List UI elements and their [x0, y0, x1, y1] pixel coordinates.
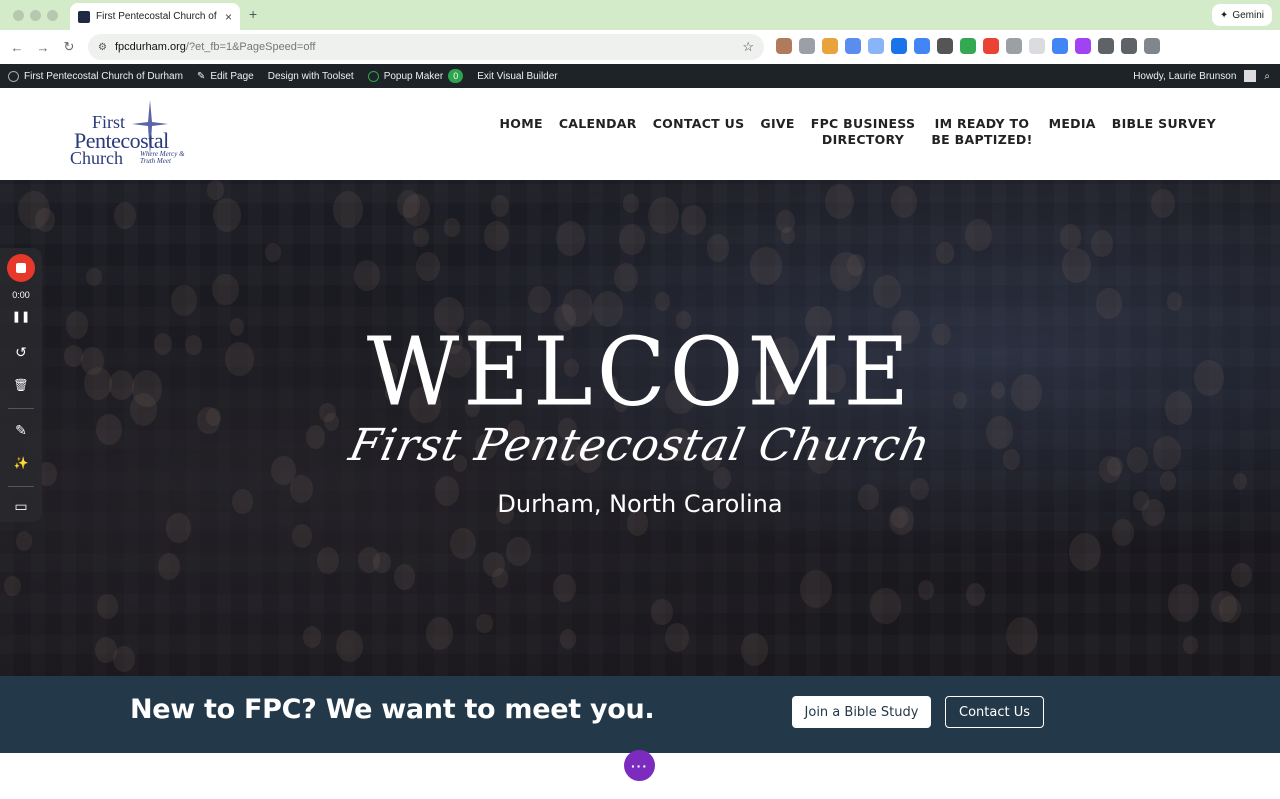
- nav-contact-us[interactable]: CONTACT US: [653, 116, 745, 132]
- extension-icon[interactable]: [914, 38, 930, 54]
- edit-page-link[interactable]: ✎ Edit Page: [197, 71, 254, 82]
- nav-baptized-line2: BE BAPTIZED!: [931, 132, 1033, 147]
- extension-icon[interactable]: [1006, 38, 1022, 54]
- extension-icon[interactable]: [1144, 38, 1160, 54]
- cta-bar: New to FPC? We want to meet you. Join a …: [0, 676, 1280, 753]
- popup-maker-icon: [367, 70, 379, 82]
- camera-icon[interactable]: ▭: [0, 498, 42, 515]
- logo-line-church: Church: [70, 148, 123, 168]
- extension-icon[interactable]: [776, 38, 792, 54]
- admin-site-name: First Pentecostal Church of Durham: [24, 70, 183, 82]
- church-logo[interactable]: First Pentecostal Church Where Mercy & T…: [70, 98, 200, 170]
- pencil-icon: ✎: [196, 70, 206, 82]
- address-bar[interactable]: ⚙ fpcdurham.org /?et_fb=1&PageSpeed=off …: [88, 34, 764, 60]
- join-bible-study-button[interactable]: Join a Bible Study: [792, 696, 931, 728]
- site-header: First Pentecostal Church Where Mercy & T…: [0, 88, 1280, 180]
- toolset-label: Design with Toolset: [267, 70, 354, 82]
- hero-church-name: First Pentecostal Church: [344, 420, 936, 471]
- nav-directory-line1: FPC BUSINESS: [810, 116, 916, 131]
- favicon-icon: [78, 10, 90, 23]
- nav-bible-survey[interactable]: BIBLE SURVEY: [1112, 116, 1216, 132]
- exit-builder-link[interactable]: Exit Visual Builder: [477, 71, 557, 82]
- screen-recorder-panel: 0:00 ❚❚ ↺ 🗑 ✎ ✨ ▭: [0, 248, 42, 522]
- site-settings-icon[interactable]: ⚙: [98, 42, 107, 53]
- nav-ready-baptized[interactable]: IM READY TO BE BAPTIZED!: [931, 116, 1032, 148]
- edit-page-label: Edit Page: [210, 70, 254, 82]
- browser-tab-bar: First Pentecostal Church of D × + ✦ Gemi…: [0, 0, 1280, 30]
- extensions-row: [776, 38, 1160, 54]
- hero-welcome-title: WELCOME: [366, 317, 914, 428]
- main-nav: HOME CALENDAR CONTACT US GIVE FPC BUSINE…: [500, 116, 1216, 148]
- logo-tagline: Where Mercy & Truth Meet: [140, 150, 185, 165]
- extension-icon[interactable]: [1029, 38, 1045, 54]
- nav-directory-line2: DIRECTORY: [821, 132, 905, 147]
- admin-search-icon[interactable]: ⌕: [1264, 71, 1270, 82]
- nav-calendar[interactable]: CALENDAR: [559, 116, 637, 132]
- restart-icon[interactable]: ↺: [0, 344, 42, 361]
- gemini-label: Gemini: [1232, 9, 1264, 21]
- forward-icon[interactable]: →: [30, 40, 56, 55]
- nav-give[interactable]: GIVE: [760, 116, 794, 132]
- browser-tab[interactable]: First Pentecostal Church of D ×: [70, 3, 240, 30]
- extension-icon[interactable]: [1075, 38, 1091, 54]
- extension-icon[interactable]: [845, 38, 861, 54]
- bookmark-star-icon[interactable]: ☆: [742, 39, 754, 55]
- gemini-button[interactable]: ✦ Gemini: [1211, 4, 1272, 26]
- wordpress-icon: [8, 70, 19, 82]
- url-domain: fpcdurham.org: [114, 41, 186, 53]
- extension-icon[interactable]: [891, 38, 907, 54]
- contact-us-button[interactable]: Contact Us: [945, 696, 1044, 728]
- tab-title: First Pentecostal Church of D: [96, 11, 219, 22]
- trash-icon[interactable]: 🗑: [0, 378, 42, 392]
- back-icon[interactable]: ←: [4, 40, 30, 55]
- popup-maker-link[interactable]: Popup Maker 0: [367, 69, 464, 83]
- toolset-link[interactable]: Design with Toolset: [268, 71, 354, 82]
- cta-headline: New to FPC? We want to meet you.: [130, 694, 655, 725]
- exit-builder-label: Exit Visual Builder: [477, 70, 558, 82]
- effects-icon[interactable]: ✨: [0, 456, 42, 470]
- extension-icon[interactable]: [822, 38, 838, 54]
- window-minimize-button[interactable]: [30, 10, 41, 21]
- tab-close-icon[interactable]: ×: [225, 10, 232, 24]
- howdy-user[interactable]: Howdy, Laurie Brunson: [1133, 71, 1236, 82]
- extension-icon[interactable]: [983, 38, 999, 54]
- admin-site-link[interactable]: First Pentecostal Church of Durham: [8, 70, 183, 82]
- window-close-button[interactable]: [13, 10, 24, 21]
- pause-icon[interactable]: ❚❚: [0, 310, 42, 323]
- wp-admin-bar: First Pentecostal Church of Durham ✎ Edi…: [0, 64, 1280, 88]
- browser-toolbar: ← → ↻ ⚙ fpcdurham.org /?et_fb=1&PageSpee…: [0, 30, 1280, 64]
- hero-section: WELCOME First Pentecostal Church Durham,…: [0, 180, 1280, 676]
- gemini-icon: ✦: [1219, 9, 1229, 21]
- extension-icon[interactable]: [1052, 38, 1068, 54]
- builder-options-button[interactable]: ···: [624, 750, 655, 781]
- nav-home[interactable]: HOME: [500, 116, 543, 132]
- reload-icon[interactable]: ↻: [56, 39, 82, 55]
- pen-icon[interactable]: ✎: [0, 422, 42, 439]
- new-tab-button[interactable]: +: [249, 6, 257, 22]
- extension-icon[interactable]: [937, 38, 953, 54]
- extension-icon[interactable]: [868, 38, 884, 54]
- window-zoom-button[interactable]: [47, 10, 58, 21]
- popup-maker-label: Popup Maker: [383, 70, 444, 82]
- extension-icon[interactable]: [1121, 38, 1137, 54]
- recording-time: 0:00: [12, 290, 30, 300]
- stop-recording-button[interactable]: [7, 254, 35, 282]
- recorder-divider: [8, 408, 34, 409]
- avatar[interactable]: [1244, 70, 1257, 82]
- url-path: /?et_fb=1&PageSpeed=off: [185, 41, 316, 53]
- extension-icon[interactable]: [960, 38, 976, 54]
- extension-icon[interactable]: [799, 38, 815, 54]
- extension-icon[interactable]: [1098, 38, 1114, 54]
- nav-baptized-line1: IM READY TO: [934, 116, 1030, 131]
- popup-count-badge: 0: [448, 69, 464, 83]
- nav-business-directory[interactable]: FPC BUSINESS DIRECTORY: [811, 116, 916, 148]
- hero-city: Durham, North Carolina: [497, 490, 783, 518]
- nav-media[interactable]: MEDIA: [1049, 116, 1096, 132]
- recorder-divider-2: [8, 486, 34, 487]
